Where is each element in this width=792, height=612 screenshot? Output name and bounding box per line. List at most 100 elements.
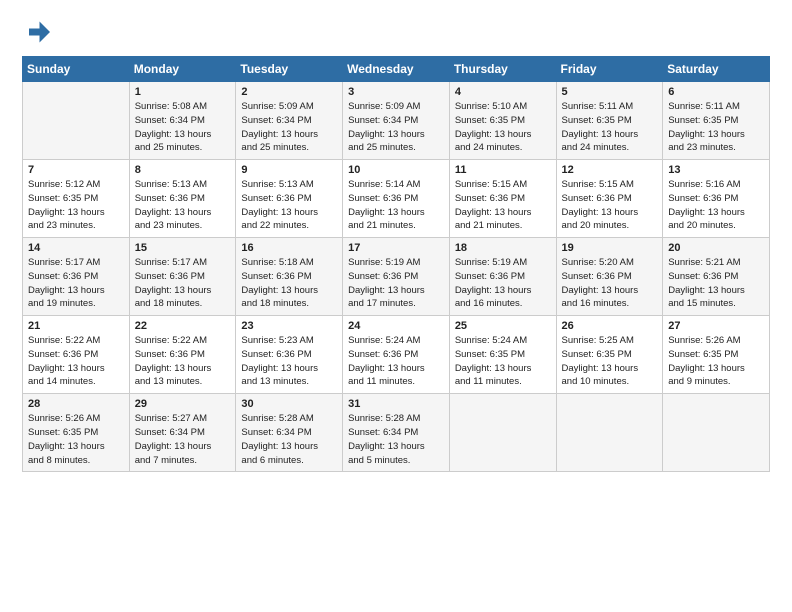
calendar-cell: 13Sunrise: 5:16 AMSunset: 6:36 PMDayligh… <box>663 160 770 238</box>
calendar-cell: 9 Sunrise: 5:13 AMSunset: 6:36 PMDaylight… <box>236 160 343 238</box>
day-info: Sunrise: 5:20 AMSunset: 6:36 PMDaylight:… <box>562 256 659 311</box>
calendar-cell: 22 Sunrise: 5:22 AMSunset: 6:36 PMDayligh… <box>129 316 236 394</box>
day-number: 21 <box>28 320 125 332</box>
day-info: Sunrise: 5:23 AMSunset: 6:36 PMDaylight:… <box>241 334 338 389</box>
weekday-header-saturday: Saturday <box>663 57 770 82</box>
calendar-cell: 12 Sunrise: 5:15 AMSunset: 6:36 PMDayligh… <box>556 160 663 238</box>
calendar-cell <box>556 394 663 472</box>
calendar-cell: 4 Sunrise: 5:10 AMSunset: 6:35 PMDaylight… <box>449 82 556 160</box>
day-number: 9 <box>241 164 338 176</box>
day-info: Sunrise: 5:28 AMSunset: 6:34 PMDaylight:… <box>241 412 338 467</box>
day-info: Sunrise: 5:19 AMSunset: 6:36 PMDaylight:… <box>455 256 552 311</box>
calendar-cell <box>449 394 556 472</box>
day-number: 16 <box>241 242 338 254</box>
day-number: 20 <box>668 242 765 254</box>
week-row-4: 21 Sunrise: 5:22 AMSunset: 6:36 PMDayligh… <box>23 316 770 394</box>
calendar-cell: 3 Sunrise: 5:09 AMSunset: 6:34 PMDaylight… <box>343 82 450 160</box>
day-number: 30 <box>241 398 338 410</box>
day-number: 19 <box>562 242 659 254</box>
day-number: 22 <box>135 320 232 332</box>
calendar-cell: 23 Sunrise: 5:23 AMSunset: 6:36 PMDayligh… <box>236 316 343 394</box>
day-info: Sunrise: 5:21 AMSunset: 6:36 PMDaylight:… <box>668 256 765 311</box>
day-info: Sunrise: 5:16 AMSunset: 6:36 PMDaylight:… <box>668 178 765 233</box>
day-info: Sunrise: 5:27 AMSunset: 6:34 PMDaylight:… <box>135 412 232 467</box>
calendar-cell: 29 Sunrise: 5:27 AMSunset: 6:34 PMDayligh… <box>129 394 236 472</box>
calendar-cell: 18Sunrise: 5:19 AMSunset: 6:36 PMDayligh… <box>449 238 556 316</box>
weekday-header-thursday: Thursday <box>449 57 556 82</box>
day-info: Sunrise: 5:17 AMSunset: 6:36 PMDaylight:… <box>28 256 125 311</box>
calendar-cell: 30 Sunrise: 5:28 AMSunset: 6:34 PMDayligh… <box>236 394 343 472</box>
calendar-cell: 10 Sunrise: 5:14 AMSunset: 6:36 PMDayligh… <box>343 160 450 238</box>
week-row-3: 14 Sunrise: 5:17 AMSunset: 6:36 PMDayligh… <box>23 238 770 316</box>
day-info: Sunrise: 5:11 AMSunset: 6:35 PMDaylight:… <box>562 100 659 155</box>
calendar-cell: 14 Sunrise: 5:17 AMSunset: 6:36 PMDayligh… <box>23 238 130 316</box>
day-number: 24 <box>348 320 445 332</box>
day-info: Sunrise: 5:24 AMSunset: 6:35 PMDaylight:… <box>455 334 552 389</box>
weekday-header-wednesday: Wednesday <box>343 57 450 82</box>
day-info: Sunrise: 5:22 AMSunset: 6:36 PMDaylight:… <box>135 334 232 389</box>
calendar-cell: 17 Sunrise: 5:19 AMSunset: 6:36 PMDayligh… <box>343 238 450 316</box>
calendar-cell <box>23 82 130 160</box>
weekday-header-sunday: Sunday <box>23 57 130 82</box>
day-number: 29 <box>135 398 232 410</box>
calendar-cell: 28 Sunrise: 5:26 AMSunset: 6:35 PMDayligh… <box>23 394 130 472</box>
weekday-header-friday: Friday <box>556 57 663 82</box>
weekday-header-monday: Monday <box>129 57 236 82</box>
page: SundayMondayTuesdayWednesdayThursdayFrid… <box>0 0 792 486</box>
day-number: 4 <box>455 86 552 98</box>
calendar-cell: 20 Sunrise: 5:21 AMSunset: 6:36 PMDayligh… <box>663 238 770 316</box>
day-info: Sunrise: 5:26 AMSunset: 6:35 PMDaylight:… <box>668 334 765 389</box>
calendar-cell: 21 Sunrise: 5:22 AMSunset: 6:36 PMDayligh… <box>23 316 130 394</box>
calendar-cell: 5 Sunrise: 5:11 AMSunset: 6:35 PMDaylight… <box>556 82 663 160</box>
calendar-cell: 26Sunrise: 5:25 AMSunset: 6:35 PMDayligh… <box>556 316 663 394</box>
calendar-cell: 27 Sunrise: 5:26 AMSunset: 6:35 PMDayligh… <box>663 316 770 394</box>
calendar-table: SundayMondayTuesdayWednesdayThursdayFrid… <box>22 56 770 472</box>
day-info: Sunrise: 5:14 AMSunset: 6:36 PMDaylight:… <box>348 178 445 233</box>
calendar-cell: 16 Sunrise: 5:18 AMSunset: 6:36 PMDayligh… <box>236 238 343 316</box>
day-number: 27 <box>668 320 765 332</box>
day-number: 1 <box>135 86 232 98</box>
calendar-cell: 1 Sunrise: 5:08 AMSunset: 6:34 PMDaylight… <box>129 82 236 160</box>
day-number: 17 <box>348 242 445 254</box>
day-info: Sunrise: 5:19 AMSunset: 6:36 PMDaylight:… <box>348 256 445 311</box>
day-number: 31 <box>348 398 445 410</box>
day-info: Sunrise: 5:10 AMSunset: 6:35 PMDaylight:… <box>455 100 552 155</box>
day-info: Sunrise: 5:09 AMSunset: 6:34 PMDaylight:… <box>241 100 338 155</box>
week-row-2: 7Sunrise: 5:12 AMSunset: 6:35 PMDaylight… <box>23 160 770 238</box>
day-info: Sunrise: 5:28 AMSunset: 6:34 PMDaylight:… <box>348 412 445 467</box>
day-info: Sunrise: 5:24 AMSunset: 6:36 PMDaylight:… <box>348 334 445 389</box>
day-number: 8 <box>135 164 232 176</box>
day-info: Sunrise: 5:15 AMSunset: 6:36 PMDaylight:… <box>455 178 552 233</box>
day-number: 14 <box>28 242 125 254</box>
weekday-header-row: SundayMondayTuesdayWednesdayThursdayFrid… <box>23 57 770 82</box>
day-info: Sunrise: 5:11 AMSunset: 6:35 PMDaylight:… <box>668 100 765 155</box>
day-info: Sunrise: 5:09 AMSunset: 6:34 PMDaylight:… <box>348 100 445 155</box>
day-number: 5 <box>562 86 659 98</box>
day-info: Sunrise: 5:25 AMSunset: 6:35 PMDaylight:… <box>562 334 659 389</box>
calendar-cell: 7Sunrise: 5:12 AMSunset: 6:35 PMDaylight… <box>23 160 130 238</box>
day-info: Sunrise: 5:08 AMSunset: 6:34 PMDaylight:… <box>135 100 232 155</box>
day-number: 28 <box>28 398 125 410</box>
calendar-cell: 19 Sunrise: 5:20 AMSunset: 6:36 PMDayligh… <box>556 238 663 316</box>
day-number: 12 <box>562 164 659 176</box>
day-number: 3 <box>348 86 445 98</box>
day-info: Sunrise: 5:13 AMSunset: 6:36 PMDaylight:… <box>241 178 338 233</box>
day-number: 25 <box>455 320 552 332</box>
calendar-cell: 8Sunrise: 5:13 AMSunset: 6:36 PMDaylight… <box>129 160 236 238</box>
day-info: Sunrise: 5:26 AMSunset: 6:35 PMDaylight:… <box>28 412 125 467</box>
day-info: Sunrise: 5:15 AMSunset: 6:36 PMDaylight:… <box>562 178 659 233</box>
calendar-cell: 31 Sunrise: 5:28 AMSunset: 6:34 PMDayligh… <box>343 394 450 472</box>
weekday-header-tuesday: Tuesday <box>236 57 343 82</box>
header <box>22 18 770 46</box>
calendar-cell: 2 Sunrise: 5:09 AMSunset: 6:34 PMDaylight… <box>236 82 343 160</box>
day-number: 23 <box>241 320 338 332</box>
day-info: Sunrise: 5:17 AMSunset: 6:36 PMDaylight:… <box>135 256 232 311</box>
day-number: 10 <box>348 164 445 176</box>
day-number: 6 <box>668 86 765 98</box>
day-number: 2 <box>241 86 338 98</box>
day-info: Sunrise: 5:18 AMSunset: 6:36 PMDaylight:… <box>241 256 338 311</box>
day-info: Sunrise: 5:22 AMSunset: 6:36 PMDaylight:… <box>28 334 125 389</box>
day-number: 11 <box>455 164 552 176</box>
day-number: 15 <box>135 242 232 254</box>
calendar-cell: 15 Sunrise: 5:17 AMSunset: 6:36 PMDayligh… <box>129 238 236 316</box>
